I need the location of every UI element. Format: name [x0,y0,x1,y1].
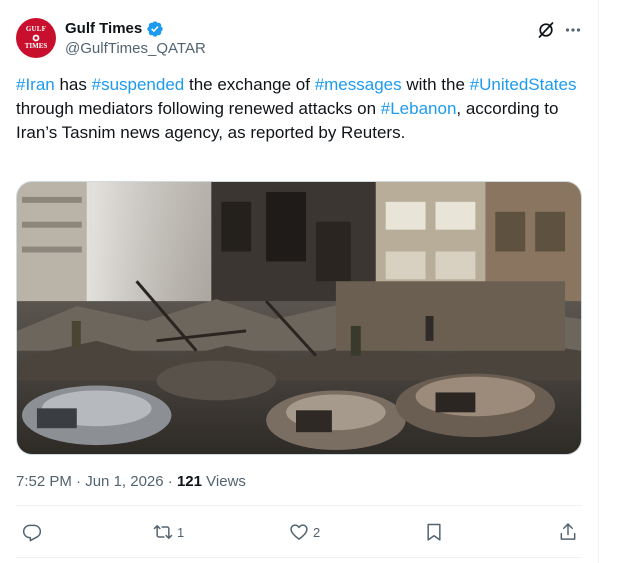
hashtag-link[interactable]: #messages [315,75,402,94]
reply-icon [22,524,42,542]
tweet-text-segment: has [54,75,92,94]
bookmark-button[interactable] [424,522,444,542]
author-handle[interactable]: @GulfTimes_QATAR [65,39,206,59]
tweet-text-segment: through mediators following renewed atta… [16,99,381,118]
column-border [598,0,599,563]
repost-button[interactable]: 1 [153,522,184,542]
hashtag-link[interactable]: #suspended [92,75,185,94]
tweet-text-segment: the exchange of [184,75,315,94]
tweet-time[interactable]: 7:52 PM [16,473,72,490]
avatar-text-top: GULF [25,25,47,33]
views-label: Views [202,473,246,490]
tweet-meta: 7:52 PM · Jun 1, 2026 · 121 Views [16,472,246,492]
repost-icon [153,525,173,539]
like-button[interactable]: 2 [289,522,320,542]
tweet-image[interactable] [16,181,582,455]
meta-divider [16,505,582,506]
share-button[interactable] [558,522,578,542]
avatar-emblem-icon [32,34,40,42]
reply-button[interactable] [22,522,46,542]
hashtag-link[interactable]: #Iran [16,75,55,94]
hashtag-link[interactable]: #Lebanon [381,99,457,118]
repost-count: 1 [177,524,185,540]
like-count: 2 [313,524,321,540]
avatar-text-bottom: TIMES [24,42,48,50]
like-icon [290,524,308,540]
tweet-text-segment: with the [401,75,470,94]
tweet-text: #Iran has #suspended the exchange of #me… [16,73,581,145]
destroyed-street-photo [17,182,581,454]
meta-separator: · [71,473,86,490]
bookmark-icon [427,523,441,541]
meta-separator-2: · [163,473,177,490]
display-name[interactable]: Gulf Times [65,19,142,39]
views-count[interactable]: 121 [177,473,202,490]
tweet-date[interactable]: Jun 1, 2026 [85,473,163,490]
more-icon[interactable] [563,20,583,40]
avatar[interactable]: GULF TIMES [16,18,56,58]
share-icon [560,523,576,540]
author-name-row: Gulf Times [65,19,164,39]
bottom-divider [16,557,582,558]
hashtag-link[interactable]: #UnitedStates [470,75,577,94]
grok-icon[interactable] [536,20,556,40]
verified-badge-icon[interactable] [146,20,164,38]
